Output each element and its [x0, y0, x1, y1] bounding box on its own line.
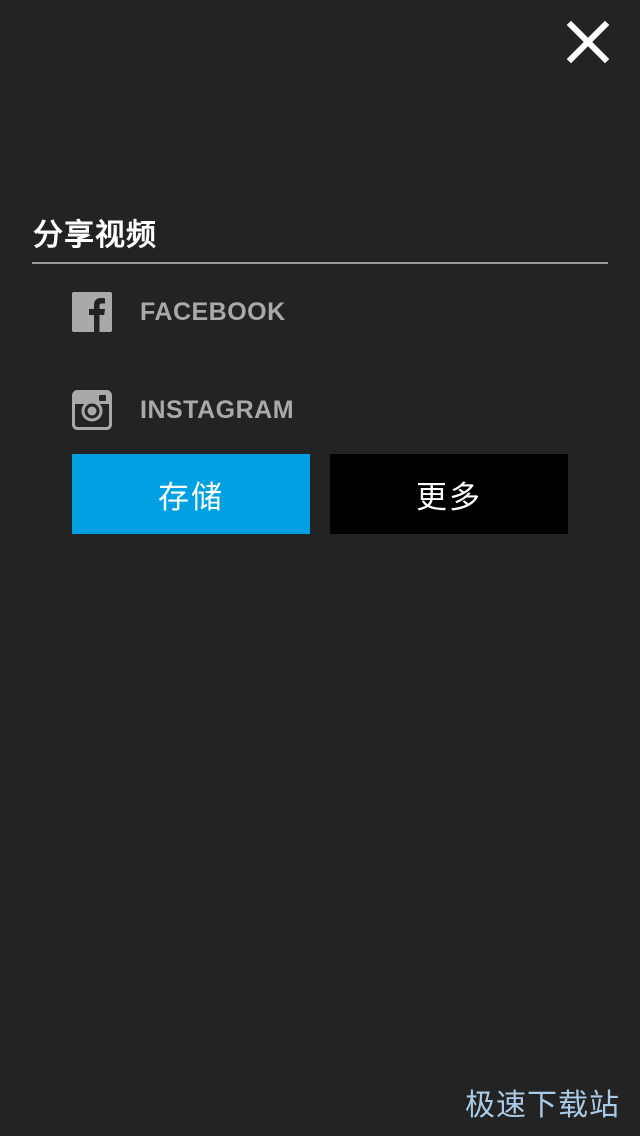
- facebook-label: FACEBOOK: [140, 297, 286, 326]
- title-divider: [32, 262, 608, 264]
- share-facebook-option[interactable]: FACEBOOK: [72, 290, 372, 334]
- close-button[interactable]: [562, 16, 614, 68]
- share-instagram-option[interactable]: INSTAGRAM: [72, 388, 372, 432]
- facebook-icon: [72, 292, 112, 332]
- instagram-label: INSTAGRAM: [140, 395, 295, 424]
- close-icon: [566, 20, 610, 64]
- share-video-title: 分享视频: [33, 218, 157, 253]
- more-button[interactable]: 更多: [330, 454, 568, 534]
- watermark-text: 极速下载站: [465, 1088, 620, 1123]
- save-button[interactable]: 存储: [72, 454, 310, 534]
- instagram-icon: [72, 390, 112, 430]
